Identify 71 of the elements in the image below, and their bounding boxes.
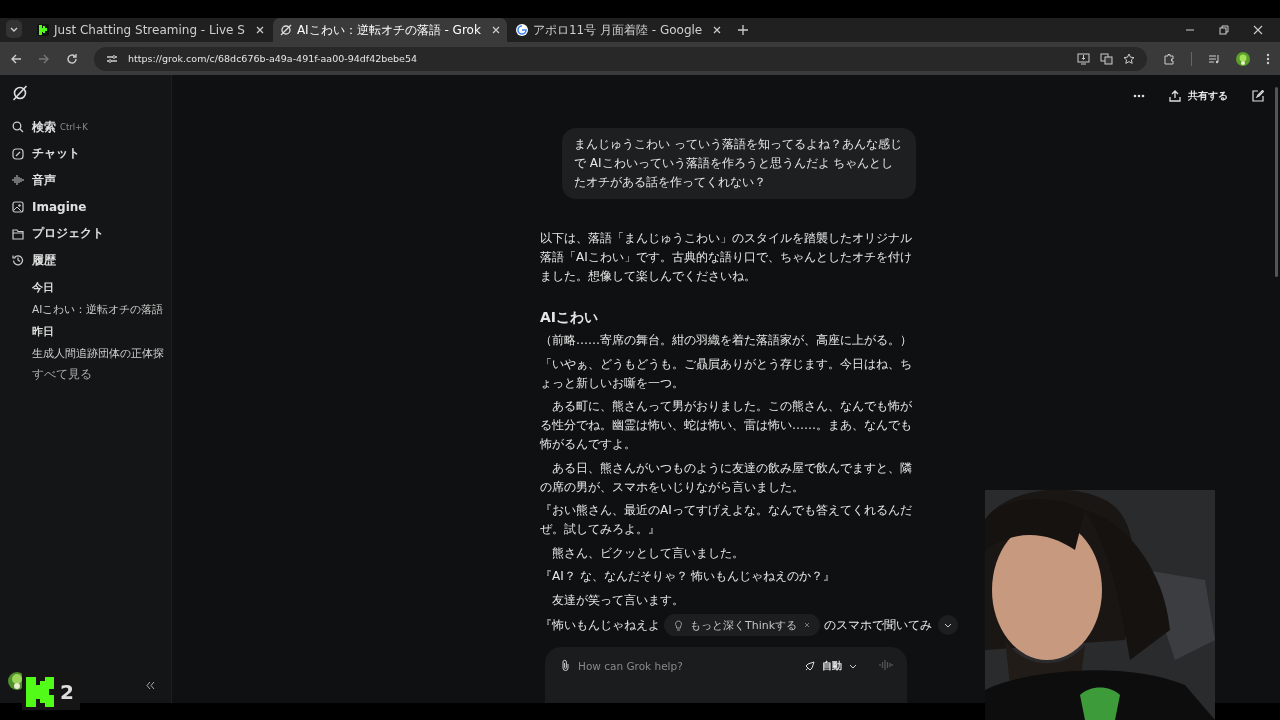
viewer-count: 2 <box>60 680 74 704</box>
think-deeper-suggestion[interactable]: もっと深くThinkする <box>664 614 821 636</box>
sidebar-item[interactable]: 音声 <box>12 172 171 189</box>
google-favicon-icon <box>515 24 528 36</box>
voice-icon <box>12 174 24 187</box>
restore-icon[interactable] <box>1219 25 1229 35</box>
kick-logo-icon <box>24 676 56 708</box>
user-message: まんじゅうこわい っていう落語を知ってるよね？あんな感じで AIこわいっていう落語を作ろうと思うんだよ ちゃんとしたオチがある話を作ってくれない？ <box>562 128 916 199</box>
media-control-icon[interactable] <box>1208 52 1220 65</box>
kick-favicon-icon <box>37 24 49 36</box>
history-icon <box>12 254 24 267</box>
close-icon[interactable] <box>713 26 722 34</box>
chat-icon <box>12 147 24 160</box>
story-paragraph: 『怖いもんじゃねえよ <box>540 616 660 634</box>
sidebar-item[interactable]: プロジェクト <box>12 225 171 242</box>
see-all-link[interactable]: すべて見る <box>32 367 171 383</box>
share-icon <box>1169 90 1181 102</box>
close-icon[interactable] <box>491 26 500 34</box>
profile-avatar-icon[interactable] <box>1236 51 1250 66</box>
address-bar[interactable]: https://grok.com/c/68dc676b-a49a-491f-aa00-94df42bebe54 <box>94 46 1147 71</box>
story-paragraph: 『AI？ な、なんだそりゃ？ 怖いもんじゃねえのか？』 <box>540 568 837 585</box>
caret-icon <box>849 663 857 669</box>
message-composer[interactable]: How can Grok help? 自動 <box>545 647 907 703</box>
attach-icon[interactable] <box>561 659 570 671</box>
story-paragraph: ある町に、熊さんって男がおりました。この熊さん、なんでも怖がる性分でね。幽霊は怖い、蛇は怖い、雷は怖い……。まあ、なんでも怖がるんですよ。 <box>540 398 913 453</box>
sidebar-item[interactable]: 検索 Ctrl+K <box>12 119 171 135</box>
story-paragraph: 友達が笑って言います。 <box>551 591 685 609</box>
new-tab-icon[interactable] <box>738 25 749 35</box>
story-paragraph: 熊さん、ビクッとして言いました。 <box>551 544 745 562</box>
sidebar-item[interactable]: Imagine <box>12 199 171 216</box>
browser-tab[interactable]: AIこわい：逆転オチの落語 - Grok <box>272 18 507 42</box>
story-paragraph: のスマホで聞いてみ <box>824 616 933 634</box>
mode-selector[interactable]: 自動 <box>804 659 857 673</box>
lightbulb-icon <box>674 619 683 631</box>
share-button[interactable]: 共有する <box>1163 85 1234 107</box>
menu-icon[interactable] <box>1266 52 1270 65</box>
browser-tab[interactable]: アポロ11号 月面着陸 - Google <box>508 18 729 42</box>
sidebar-item[interactable]: チャット <box>12 145 171 162</box>
back-icon[interactable] <box>10 52 22 65</box>
grok-favicon-icon <box>279 24 292 36</box>
tab-search-button[interactable] <box>6 19 22 38</box>
chat-history-item[interactable]: 生成人間追跡団体の正体探 <box>32 345 172 362</box>
story-paragraph: ある日、熊さんがいつものように友達の飲み屋で飲んでますと、隣の席の男が、スマホをいじりながら言いました。 <box>540 459 913 496</box>
story-paragraph: 「いやぁ、どうもどうも。ご贔屓ありがとう存じます。今日はね、ちょっと新しいお噺を一つ。 <box>540 355 913 392</box>
translate-icon[interactable] <box>1100 52 1113 65</box>
rocket-icon <box>804 660 815 672</box>
response-text: 以下は、落語「まんじゅうこわい」のスタイルを踏襲したオリジナル落語「AIこわい」です。古典的な語り口で、ちゃんとしたオチを付けました。想像して楽しんでくださいね。 <box>540 230 913 285</box>
new-chat-icon[interactable] <box>1252 90 1264 102</box>
install-app-icon[interactable] <box>1077 52 1090 65</box>
chevron-down-icon <box>944 622 953 628</box>
folder-icon <box>12 227 24 240</box>
history-day-label: 今日 <box>32 280 55 296</box>
chat-history-item[interactable]: AIこわい：逆転オチの落語 <box>32 301 172 318</box>
search-icon <box>12 121 24 133</box>
site-settings-icon[interactable] <box>106 52 118 65</box>
browser-tab[interactable]: Just Chatting Streaming - Live S <box>30 18 271 42</box>
image-icon <box>12 201 24 214</box>
story-paragraph: 『おい熊さん、最近のAIってすげえよな。なんでも答えてくれるんだぜ。試してみろよ。』 <box>540 502 913 538</box>
star-icon[interactable] <box>1123 52 1135 65</box>
more-icon[interactable] <box>1133 94 1145 98</box>
collapse-sidebar-icon[interactable] <box>146 680 155 690</box>
forward-icon[interactable] <box>38 52 50 65</box>
close-icon[interactable] <box>1253 25 1263 35</box>
story-paragraph: （前略……寄席の舞台。紺の羽織を着た落語家が、高座に上がる。） <box>540 332 913 349</box>
grok-logo-icon[interactable] <box>12 85 28 101</box>
history-day-label: 昨日 <box>32 324 55 340</box>
extensions-icon[interactable] <box>1163 52 1175 65</box>
reload-icon[interactable] <box>66 52 78 65</box>
close-icon[interactable] <box>255 26 264 34</box>
story-title: AIこわい <box>540 308 600 327</box>
sidebar-item[interactable]: 履歴 <box>12 252 171 269</box>
